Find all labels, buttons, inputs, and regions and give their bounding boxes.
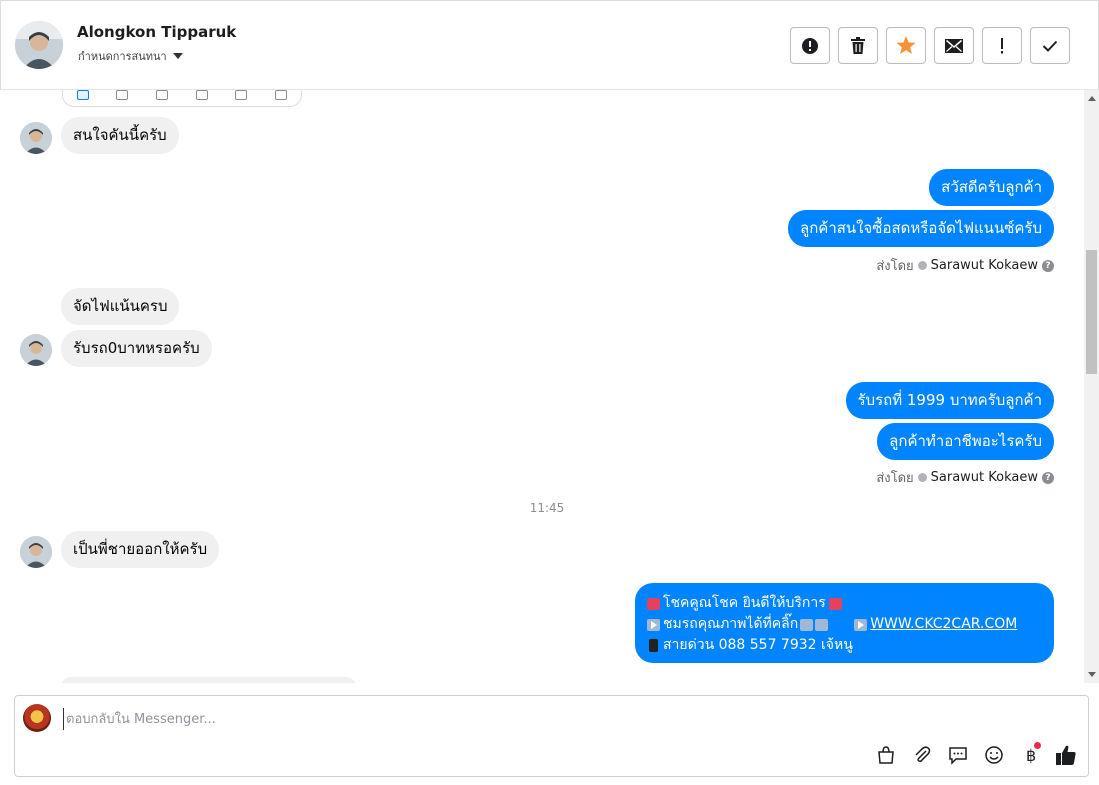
incoming-message[interactable]: เป็นพี่ชายออกให้ครับ [61,531,220,568]
thumbs-up-icon [1056,745,1076,765]
outgoing-message[interactable]: สวัสดีครับลูกค้า [929,169,1054,206]
outgoing-message[interactable]: ลูกค้าสนใจซื้อสดหรือจัดไฟแนนซ์ครับ [788,210,1054,247]
sparkle-emoji-icon [647,597,660,610]
trash-icon [851,36,865,54]
incoming-message[interactable]: รับรถ0บาทหรอครับ [61,330,212,367]
message-composer: ฿ [14,695,1089,777]
emoji-icon [985,746,1003,764]
delete-button[interactable] [838,27,878,64]
checkmark-icon [1042,40,1058,52]
sent-by-info: ส่งโดย Sarawut Kokaew ? [876,255,1054,276]
page-avatar [23,704,51,732]
attach-button[interactable] [911,744,933,766]
contact-name[interactable]: Alongkon Tipparuk [77,23,236,41]
promo-line-3: สายด่วน 088 557 7932 เจ้หนู [647,635,1042,656]
bell-icon [235,90,248,100]
sent-by-info: ส่งโดย Sarawut Kokaew ? [876,467,1054,488]
video-icon [116,90,129,100]
promo-line-1: โชคคูณโชค ยินดีให้บริการ [647,593,1042,614]
chevron-down-icon [172,53,183,59]
important-button[interactable] [982,27,1022,64]
help-icon[interactable]: ? [1042,471,1054,484]
phone-emoji-icon [649,639,658,652]
play-emoji-icon [854,618,868,631]
done-button[interactable] [1030,27,1070,64]
sent-by-label: ส่งโดย [876,259,914,274]
scroll-up-arrow-icon[interactable] [1088,96,1096,101]
reply-input[interactable] [63,708,963,730]
avatar [20,334,52,366]
message-thread[interactable]: สนใจคันนี้ครับ สวัสดีครับลูกค้า ลูกค้าสน… [0,90,1084,683]
help-icon[interactable]: ? [1042,259,1054,272]
bag-button[interactable] [875,744,897,766]
saved-replies-button[interactable] [947,744,969,766]
marketplace-icon [195,90,208,100]
report-button[interactable] [790,27,830,64]
outgoing-message[interactable]: ลูกค้าทำอาชีพอะไรครับ [877,423,1054,460]
bag-icon [878,746,894,764]
thread-scrollbar[interactable] [1084,90,1099,683]
outgoing-promo-message[interactable]: โชคคูณโชค ยินดีให้บริการ ชมรถคุณภาพได้ที… [635,583,1054,663]
sent-by-name[interactable]: Sarawut Kokaew [931,258,1038,273]
avatar [20,122,52,154]
like-button[interactable] [1055,744,1077,766]
mark-unread-button[interactable] [934,27,974,64]
verified-icon [917,261,927,270]
promo-greeting: โชคคูณโชค ยินดีให้บริการ [663,595,826,611]
payment-button[interactable]: ฿ [1019,742,1041,766]
play-emoji-icon [647,618,660,631]
star-icon [896,36,916,54]
promo-hotline: สายด่วน 088 557 7932 เจ้หนู [663,637,853,653]
promo-website-link[interactable]: WWW.CKC2CAR.COM [870,614,1017,635]
saved-reply-icon [949,747,967,765]
exclamation-icon [1001,37,1003,53]
star-button[interactable] [886,27,926,64]
alert-circle-icon [802,37,818,54]
scroll-down-arrow-icon[interactable] [1088,672,1096,677]
promo-line-2: ชมรถคุณภาพได้ที่คลิ๊ก WWW.CKC2CAR.COM [647,614,1042,635]
message-timestamp: 11:45 [529,501,565,515]
down-arrow-emoji-icon [815,618,829,631]
avatar [20,536,52,568]
incoming-message[interactable]: สนใจคันนี้ครับ [61,117,179,154]
sparkle-emoji-icon [828,597,842,610]
emoji-button[interactable] [983,744,1005,766]
promo-cta: ชมรถคุณภาพได้ที่คลิ๊ก [663,616,799,632]
conversation-options-label: กำหนดการสนทนา [78,50,167,63]
envelope-icon [945,38,963,53]
sent-by-name[interactable]: Sarawut Kokaew [931,470,1038,485]
outgoing-message[interactable]: รับรถที่ 1999 บาทครับลูกค้า [845,382,1054,419]
notification-dot [1034,742,1041,749]
paperclip-icon [915,746,931,763]
friends-icon [156,90,169,100]
home-icon [76,90,89,100]
svg-text:฿: ฿ [1026,746,1036,765]
conversation-options-dropdown[interactable]: กำหนดการสนทนา [78,47,183,65]
verified-icon [917,473,927,482]
sent-by-label: ส่งโดย [876,471,914,486]
incoming-message-partial[interactable] [61,677,356,683]
down-arrow-emoji-icon [800,618,814,631]
conversation-header: Alongkon Tipparuk กำหนดการสนทนา [0,0,1099,90]
shared-post-preview[interactable] [62,90,302,107]
contact-avatar[interactable] [15,21,63,69]
incoming-message[interactable]: จัดไฟแน้นครบ [61,288,180,325]
scroll-thumb[interactable] [1086,250,1097,374]
menu-avatar-icon [275,90,288,100]
